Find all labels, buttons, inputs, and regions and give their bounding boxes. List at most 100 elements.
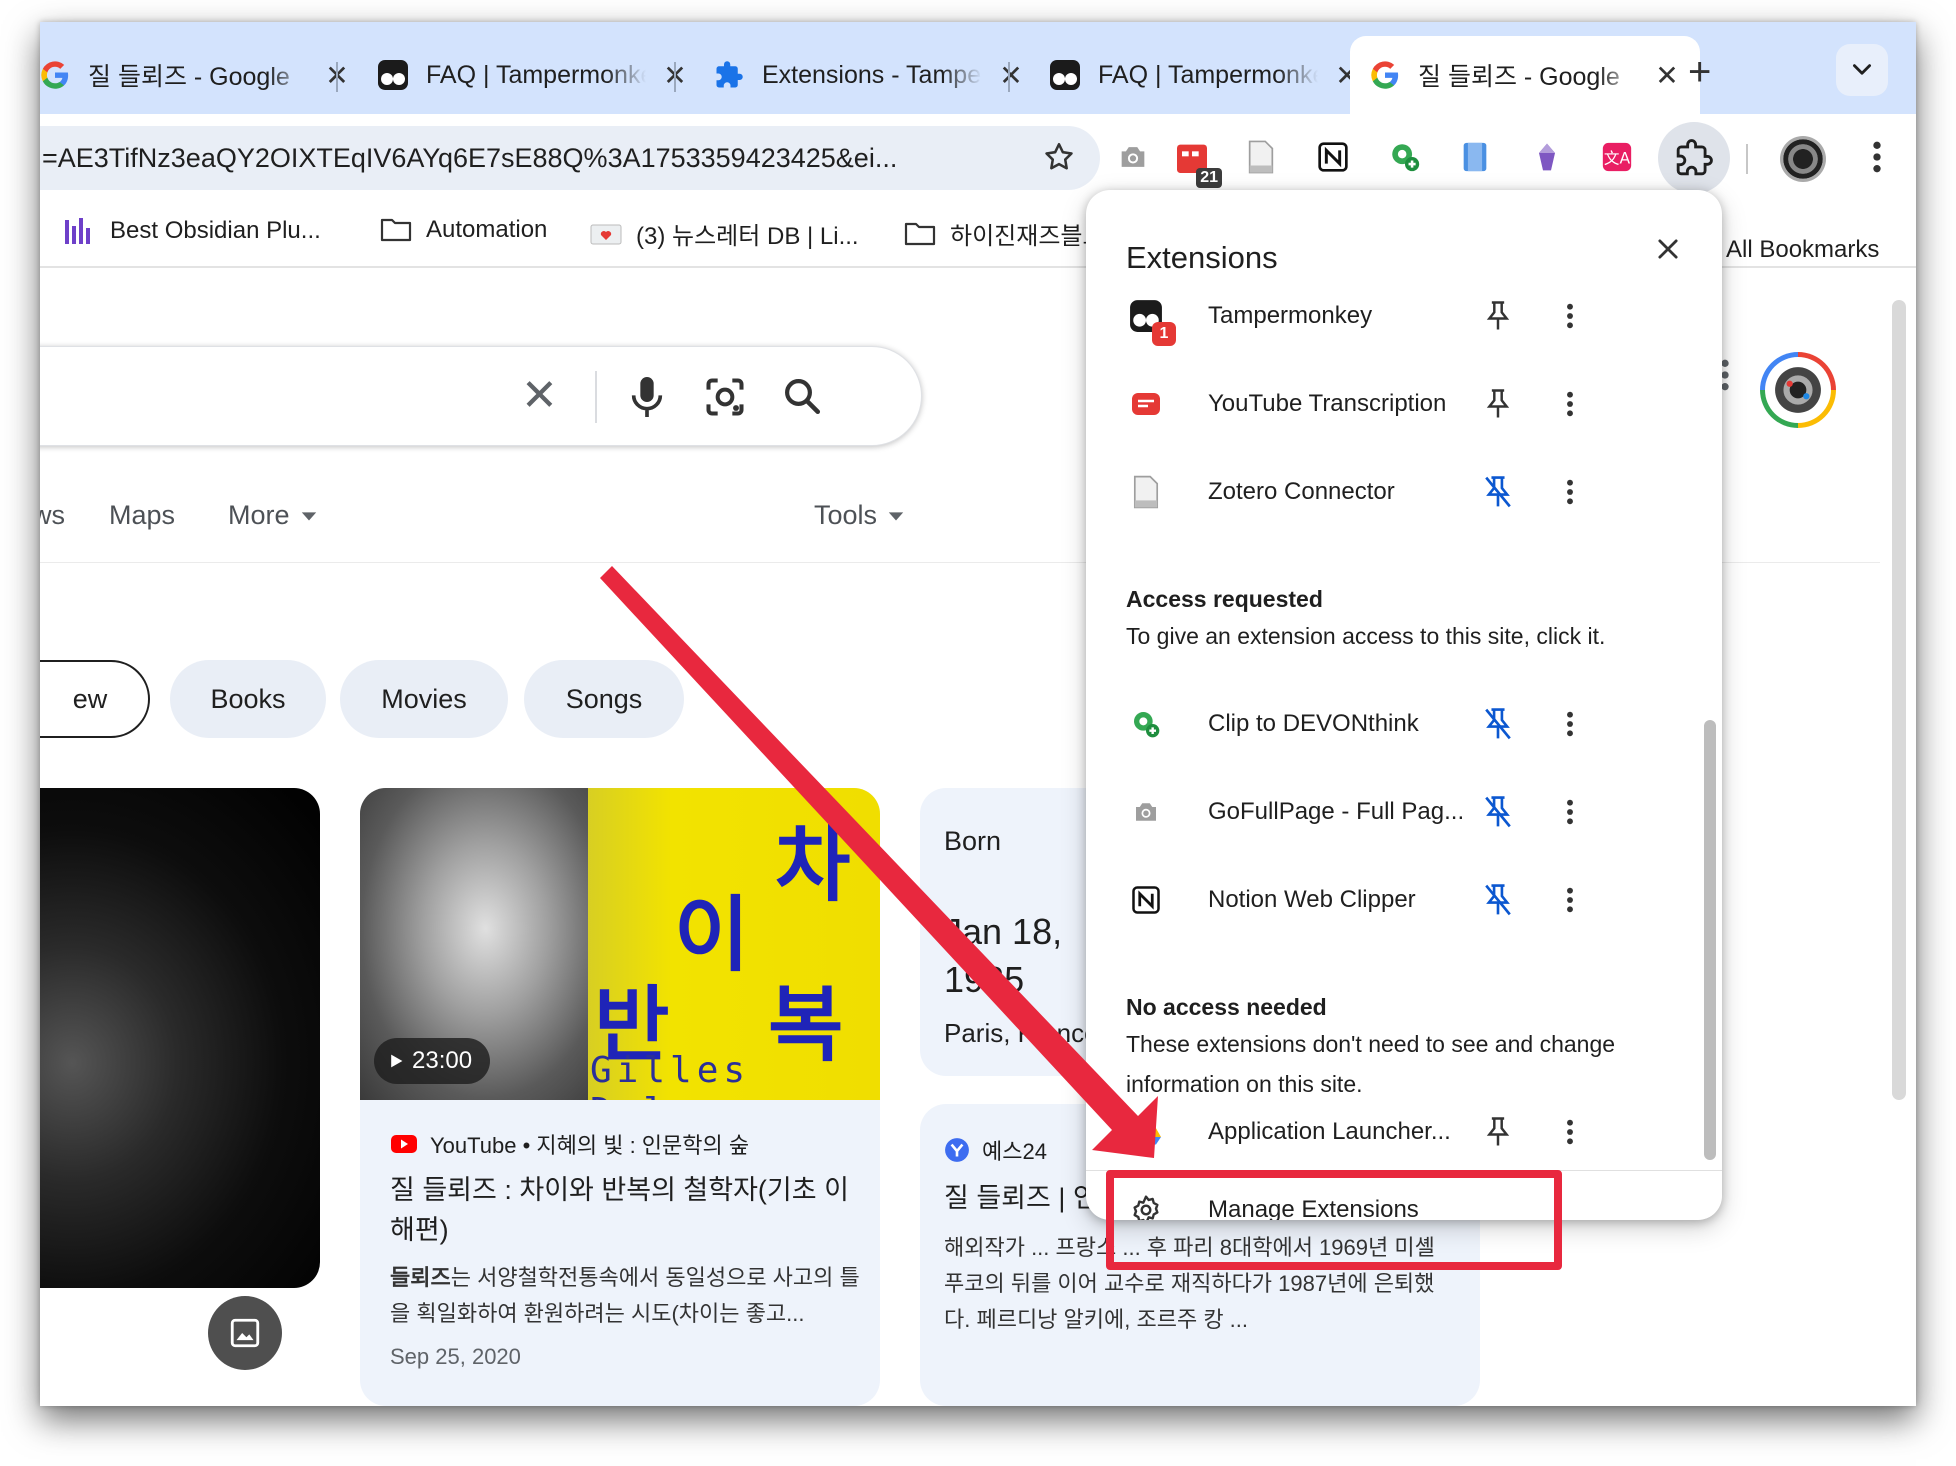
page-scrollbar[interactable] [1892,300,1906,1100]
bookmark-label: Best Obsidian Plu... [110,217,321,244]
tab-1[interactable]: 질 들뢰즈 - Google ✕ [40,36,370,114]
pin-icon[interactable] [1480,298,1516,334]
section-access-requested-desc: To give an extension access to this site… [1126,623,1606,649]
bookmark-item[interactable]: Best Obsidian Plu... [64,216,321,246]
image-icon [230,1318,260,1348]
more-options-icon[interactable] [1552,1114,1588,1150]
camera-lens-icon[interactable] [703,375,747,424]
video-source: YouTube • 지혜의 빛 : 인문학의 숲 [390,1128,749,1160]
popup-title: Extensions [1126,240,1278,275]
pin-icon[interactable] [1480,386,1516,422]
bookmark-star-icon[interactable] [1042,140,1076,179]
popup-scrollbar[interactable] [1704,720,1716,1160]
thumbnail-text: 이 [674,888,750,983]
crystal-icon[interactable] [1526,136,1568,178]
search-divider [595,371,597,423]
tab-separator [1008,62,1010,92]
camera-icon[interactable] [1112,136,1154,178]
unpin-icon[interactable] [1480,706,1516,742]
tab-3[interactable]: Extensions - Tampermonkey ✕ [694,36,1044,114]
extension-item-devonthink[interactable]: Clip to DEVONthink [1126,694,1646,754]
book-source-label: 예스24 [982,1139,1047,1164]
extension-name: Clip to DEVONthink [1208,710,1419,737]
extension-item-tampermonkey[interactable]: 1 Tampermonkey [1126,286,1646,346]
unpin-icon[interactable] [1480,794,1516,830]
all-bookmarks-button[interactable]: All Bookmarks [1726,236,1879,264]
notion-icon[interactable] [1312,136,1354,178]
extension-item-gofullpage[interactable]: GoFullPage - Full Pag... [1126,782,1646,842]
menu-dots-icon[interactable] [1856,136,1898,178]
google-icon [1368,58,1402,92]
thumbnail-text: Gilles Deleuze [590,1050,772,1100]
new-tab-button[interactable]: + [1688,52,1711,92]
chip-movies[interactable]: Movies [340,660,508,738]
yes24-icon [945,1138,969,1162]
popup-close-button[interactable] [1654,234,1682,270]
video-result-card[interactable]: 차 이 반 복 Gilles Deleuze 23:00 YouTube • 지… [360,788,880,1406]
duration-text: 23:00 [412,1047,473,1074]
search-icon[interactable] [781,375,823,422]
extensions-button[interactable] [1658,122,1730,194]
extension-item-youtube-transcription[interactable]: YouTube Transcription [1126,374,1646,434]
tab-2[interactable]: FAQ | Tampermonkey ✕ [358,36,708,114]
translate-icon[interactable]: 文A [1596,136,1638,178]
extensions-popup: Extensions 1 Tampermonkey YouTube Transc… [1086,190,1722,1220]
mic-icon[interactable] [627,375,667,424]
close-icon[interactable]: ✕ [996,59,1026,92]
image-view-button[interactable] [208,1296,282,1370]
chip-overview[interactable]: ew [40,660,150,738]
bookmark-item[interactable]: Automation [380,216,547,244]
extension-item-zotero[interactable]: Zotero Connector [1126,462,1646,522]
more-options-icon[interactable] [1552,386,1588,422]
nav-news[interactable]: ws [40,500,65,531]
bookmark-label: (3) 뉴스레터 DB | Li... [636,223,859,250]
nav-tools[interactable]: Tools [814,500,905,531]
more-options-icon[interactable] [1552,882,1588,918]
snippet-text: 는 서양철학전통속에서 동일성으로 사고의 틀을 획일화하여 환원하려는 시도(… [390,1265,860,1326]
chip-songs[interactable]: Songs [524,660,684,738]
clear-search-button[interactable]: ✕ [521,373,558,419]
bookmark-item[interactable]: 하이진재즈블로 [904,216,1105,251]
pin-icon[interactable] [1480,1114,1516,1150]
nav-more[interactable]: More [228,500,318,531]
heart-envelope-icon [590,222,622,246]
more-options-icon[interactable] [1552,474,1588,510]
svg-text:文A: 文A [1604,149,1631,167]
tab-search-button[interactable] [1836,44,1888,96]
tab-title: 질 들뢰즈 - Google [88,63,290,91]
zotero-page-icon[interactable] [1240,136,1282,178]
extension-item-notion[interactable]: Notion Web Clipper [1126,870,1646,930]
profile-avatar[interactable] [1780,136,1826,182]
tab-separator [336,62,338,92]
video-source-label: YouTube • 지혜의 빛 : 인문학의 숲 [430,1133,750,1158]
video-date: Sep 25, 2020 [390,1344,521,1369]
account-avatar[interactable] [1760,352,1836,428]
devonthink-icon[interactable] [1384,136,1426,178]
unpin-icon[interactable] [1480,474,1516,510]
video-thumbnail[interactable]: 차 이 반 복 Gilles Deleuze 23:00 [360,788,880,1100]
chip-books[interactable]: Books [170,660,326,738]
tab-4[interactable]: FAQ | Tampermonkey ✕ [1030,36,1380,114]
close-icon[interactable]: ✕ [1652,59,1682,92]
more-options-icon[interactable] [1552,298,1588,334]
book-title-link[interactable]: 질 들뢰즈 | 인 [944,1176,1098,1215]
search-box[interactable]: ✕ [40,346,922,446]
more-options-icon[interactable] [1552,706,1588,742]
tab-separator [674,62,676,92]
section-no-access: No access needed [1126,994,1327,1020]
nav-maps[interactable]: Maps [109,500,175,531]
url-text[interactable]: =AE3TifNz3eaQY2OIXTEqIV6AYq6E7sE88Q%3A17… [42,143,1002,174]
caret-down-icon [301,511,316,520]
video-title-link[interactable]: 질 들뢰즈 : 차이와 반복의 철학자(기초 이해편) [390,1170,860,1250]
tampermonkey-icon [1048,58,1082,92]
clipboard-icon[interactable] [1454,136,1496,178]
image-result-card[interactable] [40,788,320,1370]
unpin-icon[interactable] [1480,882,1516,918]
address-bar[interactable]: =AE3TifNz3eaQY2OIXTEqIV6AYq6E7sE88Q%3A17… [40,126,1100,190]
bookmark-item[interactable]: (3) 뉴스레터 DB | Li... [590,216,859,251]
browser-window: 질 들뢰즈 - Google ✕ FAQ | Tampermonkey ✕ Ex… [40,22,1916,1406]
calendar-icon[interactable]: 21 [1168,132,1222,188]
tab-5-active[interactable]: 질 들뢰즈 - Google ✕ [1350,36,1700,114]
more-options-icon[interactable] [1552,794,1588,830]
extension-item-app-launcher[interactable]: Application Launcher... [1126,1102,1646,1162]
